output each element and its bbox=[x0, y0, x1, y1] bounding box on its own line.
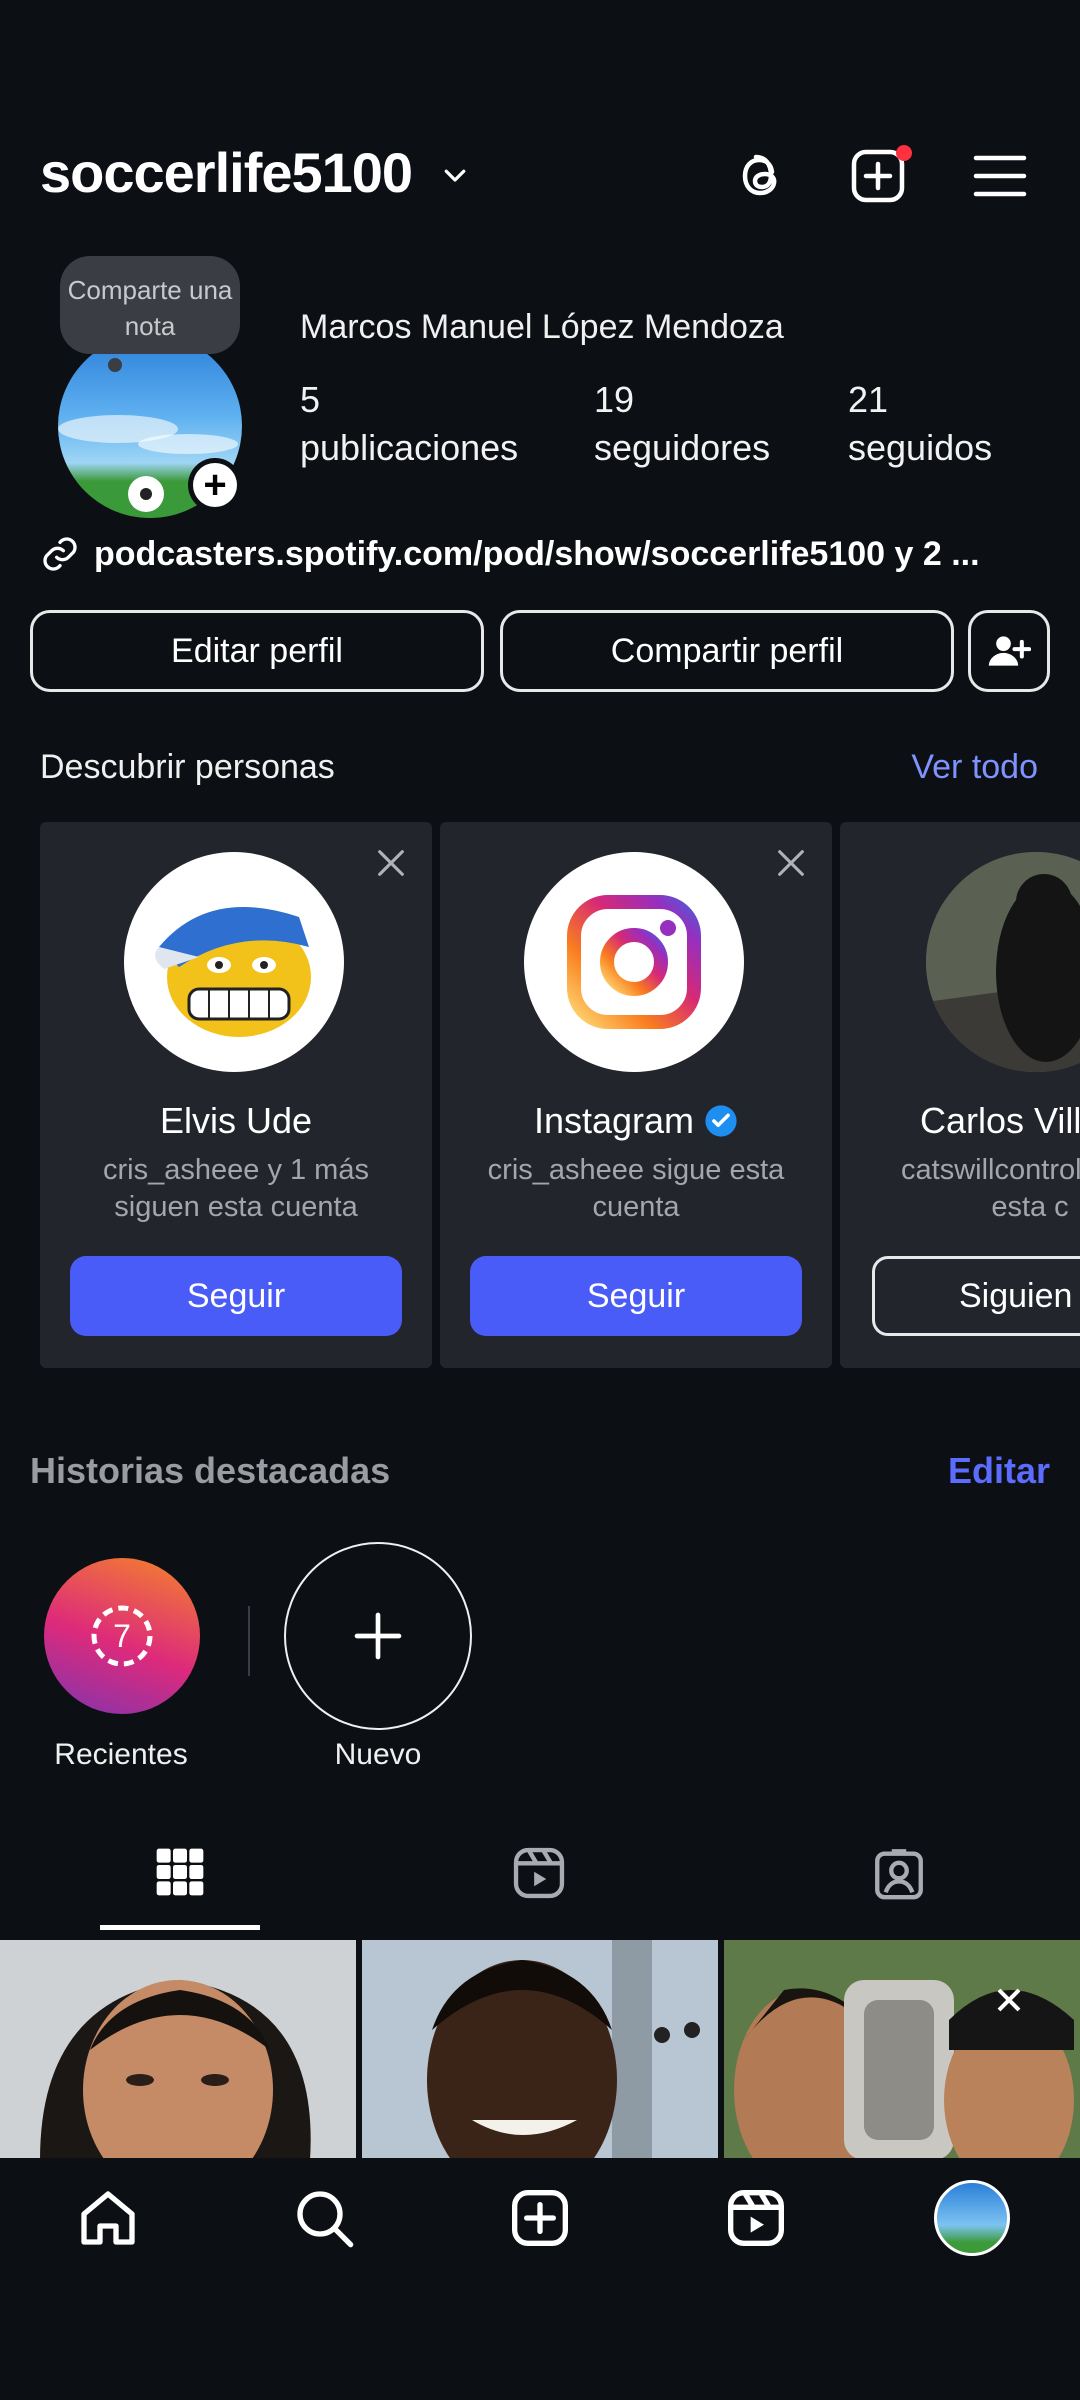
suggestion-name-text: Instagram bbox=[533, 1100, 695, 1141]
instagram-logo-avatar[interactable] bbox=[524, 852, 744, 1072]
suggestion-context: cris_asheee sigue esta cuenta bbox=[487, 1154, 785, 1223]
grid-icon[interactable] bbox=[152, 1844, 208, 1900]
suggestion-avatar[interactable] bbox=[926, 852, 1080, 1072]
stat-followers[interactable]: 19 seguidores bbox=[594, 376, 770, 472]
link-icon bbox=[43, 537, 77, 571]
suggestion-avatar[interactable] bbox=[124, 852, 344, 1072]
plus-icon: + bbox=[193, 463, 237, 507]
full-name: Marcos Manuel López Mendoza bbox=[300, 308, 784, 346]
discover-people-button[interactable] bbox=[968, 610, 1050, 692]
note-bubble-tail bbox=[108, 358, 122, 372]
suggestion-name[interactable]: Carlos Ville bbox=[920, 1100, 1080, 1142]
discover-title: Descubrir personas bbox=[40, 748, 335, 786]
profile-username[interactable]: soccerlife5100 bbox=[40, 140, 413, 205]
suggestion-name[interactable]: Elvis Ude bbox=[40, 1100, 432, 1142]
suggestion-card: Carlos Ville catswillcontrol sigue esta … bbox=[840, 822, 1080, 1368]
new-highlight-button[interactable] bbox=[284, 1542, 472, 1730]
close-icon[interactable] bbox=[774, 846, 808, 880]
post-thumbnail[interactable] bbox=[724, 1940, 1080, 2160]
stat-following[interactable]: 21 seguidos bbox=[848, 376, 992, 472]
highlight-label: Recientes bbox=[54, 1738, 188, 1771]
stat-posts[interactable]: 5 publicaciones bbox=[300, 376, 518, 472]
highlight-label: Nuevo bbox=[334, 1738, 422, 1771]
recent-badge: 7 bbox=[113, 1618, 131, 1654]
close-icon[interactable] bbox=[374, 846, 408, 880]
verified-badge-icon bbox=[705, 1105, 737, 1137]
suggestion-name[interactable]: Instagram bbox=[440, 1100, 832, 1142]
menu-icon[interactable] bbox=[968, 144, 1032, 208]
follow-button[interactable]: Seguir bbox=[470, 1256, 802, 1336]
create-icon[interactable] bbox=[508, 2186, 572, 2250]
stat-posts-value: 5 bbox=[300, 379, 321, 420]
post-thumbnail[interactable] bbox=[0, 1940, 356, 2160]
suggestion-context: cris_asheee y 1 más siguen esta cuenta bbox=[103, 1154, 369, 1223]
search-icon[interactable] bbox=[292, 2186, 356, 2250]
note-bubble[interactable]: Comparte una nota bbox=[60, 256, 240, 354]
add-person-icon bbox=[988, 636, 1031, 666]
reels-tab-icon[interactable] bbox=[510, 1844, 568, 1902]
edit-profile-button[interactable]: Editar perfil bbox=[30, 610, 484, 692]
suggestion-card: Instagram cris_asheee sigue esta cuenta … bbox=[440, 822, 832, 1368]
divider bbox=[248, 1606, 250, 1676]
see-all-link[interactable]: Ver todo bbox=[911, 748, 1038, 787]
tab-indicator bbox=[100, 1925, 260, 1930]
stat-followers-label: seguidores bbox=[594, 427, 771, 468]
profile-avatar[interactable] bbox=[934, 2180, 1010, 2256]
stat-following-label: seguidos bbox=[848, 427, 993, 468]
threads-icon[interactable] bbox=[728, 144, 792, 208]
recent-timer-icon: 7 bbox=[91, 1605, 153, 1667]
highlights-title: Historias destacadas bbox=[30, 1450, 391, 1491]
highlights-edit-link[interactable]: Editar bbox=[948, 1450, 1050, 1492]
share-profile-button[interactable]: Compartir perfil bbox=[500, 610, 954, 692]
stat-followers-value: 19 bbox=[594, 379, 635, 420]
suggestion-context: catswillcontrol sigue esta c bbox=[901, 1154, 1080, 1223]
reels-icon[interactable] bbox=[724, 2186, 788, 2250]
add-story-button[interactable]: + bbox=[188, 458, 242, 512]
tagged-tab-icon[interactable] bbox=[870, 1844, 928, 1902]
highlight-recents[interactable]: 7 bbox=[44, 1558, 200, 1714]
chevron-down-icon[interactable] bbox=[440, 160, 470, 190]
profile-link[interactable]: podcasters.spotify.com/pod/show/soccerli… bbox=[40, 534, 980, 574]
create-post-icon[interactable] bbox=[848, 144, 912, 208]
follow-button[interactable]: Seguir bbox=[70, 1256, 402, 1336]
post-thumbnail[interactable] bbox=[362, 1940, 718, 2160]
stat-posts-label: publicaciones bbox=[300, 427, 519, 468]
home-icon[interactable] bbox=[76, 2186, 140, 2250]
plus-icon bbox=[354, 1612, 402, 1660]
suggestion-card: Elvis Ude cris_asheee y 1 más siguen est… bbox=[40, 822, 432, 1368]
profile-link-text: podcasters.spotify.com/pod/show/soccerli… bbox=[94, 534, 980, 573]
stat-following-value: 21 bbox=[848, 379, 889, 420]
following-button[interactable]: Siguien bbox=[872, 1256, 1080, 1336]
